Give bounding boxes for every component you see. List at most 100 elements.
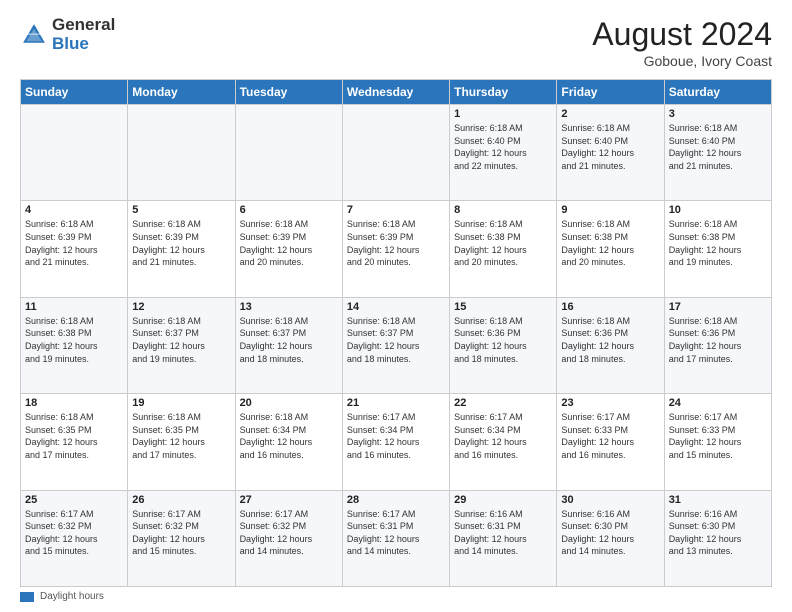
day-number: 6	[240, 204, 338, 216]
calendar: SundayMondayTuesdayWednesdayThursdayFrid…	[20, 79, 772, 587]
day-number: 15	[454, 301, 552, 313]
calendar-day: 13Sunrise: 6:18 AM Sunset: 6:37 PM Dayli…	[235, 297, 342, 393]
calendar-day: 30 Sunrise: 6:16 AM Sunset: 6:30 PM Dayli…	[557, 490, 664, 586]
calendar-day: 1 Sunrise: 6:18 AM Sunset: 6:40 PM Daylig…	[450, 105, 557, 201]
day-number: 7	[347, 204, 445, 216]
calendar-day: 4Sunrise: 6:18 AM Sunset: 6:39 PM Daylig…	[21, 201, 128, 297]
calendar-day	[235, 105, 342, 201]
calendar-day: 5Sunrise: 6:18 AM Sunset: 6:39 PM Daylig…	[128, 201, 235, 297]
day-number: 14	[347, 301, 445, 313]
page: General Blue August 2024 Goboue, Ivory C…	[0, 0, 792, 612]
day-info: Sunrise: 6:17 AM Sunset: 6:32 PM Dayligh…	[132, 508, 230, 558]
calendar-week-3: 11Sunrise: 6:18 AM Sunset: 6:38 PM Dayli…	[21, 297, 772, 393]
calendar-day: 15 Sunrise: 6:18 AM Sunset: 6:36 PM Dayli…	[450, 297, 557, 393]
day-number: 28	[347, 494, 445, 506]
logo-icon	[20, 21, 48, 49]
header: General Blue August 2024 Goboue, Ivory C…	[20, 16, 772, 69]
calendar-day: 26 Sunrise: 6:17 AM Sunset: 6:32 PM Dayli…	[128, 490, 235, 586]
day-info: Sunrise: 6:18 AM Sunset: 6:38 PM Dayligh…	[669, 218, 767, 268]
day-info: Sunrise: 6:18 AM Sunset: 6:40 PM Dayligh…	[669, 122, 767, 172]
day-number: 11	[25, 301, 123, 313]
day-info: Sunrise: 6:18 AM Sunset: 6:40 PM Dayligh…	[561, 122, 659, 172]
day-number: 3	[669, 108, 767, 120]
day-info: Sunrise: 6:17 AM Sunset: 6:33 PM Dayligh…	[669, 411, 767, 461]
calendar-day	[342, 105, 449, 201]
day-info: Sunrise: 6:18 AM Sunset: 6:36 PM Dayligh…	[454, 315, 552, 365]
day-number: 22	[454, 397, 552, 409]
calendar-day: 29 Sunrise: 6:16 AM Sunset: 6:31 PM Dayli…	[450, 490, 557, 586]
day-header-thursday: Thursday	[450, 80, 557, 105]
calendar-header-row: SundayMondayTuesdayWednesdayThursdayFrid…	[21, 80, 772, 105]
day-number: 24	[669, 397, 767, 409]
day-number: 30	[561, 494, 659, 506]
day-number: 9	[561, 204, 659, 216]
calendar-week-2: 4Sunrise: 6:18 AM Sunset: 6:39 PM Daylig…	[21, 201, 772, 297]
calendar-day: 18 Sunrise: 6:18 AM Sunset: 6:35 PM Dayli…	[21, 394, 128, 490]
day-info: Sunrise: 6:17 AM Sunset: 6:32 PM Dayligh…	[240, 508, 338, 558]
calendar-day: 20 Sunrise: 6:18 AM Sunset: 6:34 PM Dayli…	[235, 394, 342, 490]
day-number: 18	[25, 397, 123, 409]
day-number: 29	[454, 494, 552, 506]
calendar-day: 31 Sunrise: 6:16 AM Sunset: 6:30 PM Dayli…	[664, 490, 771, 586]
calendar-day: 16Sunrise: 6:18 AM Sunset: 6:36 PM Dayli…	[557, 297, 664, 393]
calendar-day: 14Sunrise: 6:18 AM Sunset: 6:37 PM Dayli…	[342, 297, 449, 393]
day-info: Sunrise: 6:18 AM Sunset: 6:35 PM Dayligh…	[25, 411, 123, 461]
day-header-tuesday: Tuesday	[235, 80, 342, 105]
legend-label: Daylight hours	[40, 591, 104, 602]
legend-icon	[20, 592, 34, 602]
calendar-day: 21 Sunrise: 6:17 AM Sunset: 6:34 PM Dayli…	[342, 394, 449, 490]
day-info: Sunrise: 6:18 AM Sunset: 6:37 PM Dayligh…	[240, 315, 338, 365]
day-info: Sunrise: 6:18 AM Sunset: 6:38 PM Dayligh…	[454, 218, 552, 268]
calendar-day	[21, 105, 128, 201]
day-info: Sunrise: 6:16 AM Sunset: 6:30 PM Dayligh…	[561, 508, 659, 558]
day-header-sunday: Sunday	[21, 80, 128, 105]
calendar-day: 11Sunrise: 6:18 AM Sunset: 6:38 PM Dayli…	[21, 297, 128, 393]
calendar-day: 24 Sunrise: 6:17 AM Sunset: 6:33 PM Dayli…	[664, 394, 771, 490]
day-info: Sunrise: 6:16 AM Sunset: 6:31 PM Dayligh…	[454, 508, 552, 558]
day-number: 21	[347, 397, 445, 409]
calendar-day: 7 Sunrise: 6:18 AM Sunset: 6:39 PM Daylig…	[342, 201, 449, 297]
day-number: 1	[454, 108, 552, 120]
calendar-day: 12 Sunrise: 6:18 AM Sunset: 6:37 PM Dayli…	[128, 297, 235, 393]
day-info: Sunrise: 6:17 AM Sunset: 6:32 PM Dayligh…	[25, 508, 123, 558]
day-number: 26	[132, 494, 230, 506]
day-info: Sunrise: 6:16 AM Sunset: 6:30 PM Dayligh…	[669, 508, 767, 558]
day-info: Sunrise: 6:18 AM Sunset: 6:37 PM Dayligh…	[132, 315, 230, 365]
day-info: Sunrise: 6:18 AM Sunset: 6:35 PM Dayligh…	[132, 411, 230, 461]
day-info: Sunrise: 6:18 AM Sunset: 6:39 PM Dayligh…	[25, 218, 123, 268]
day-number: 31	[669, 494, 767, 506]
title-area: August 2024 Goboue, Ivory Coast	[592, 16, 772, 69]
day-info: Sunrise: 6:18 AM Sunset: 6:40 PM Dayligh…	[454, 122, 552, 172]
day-number: 20	[240, 397, 338, 409]
day-info: Sunrise: 6:17 AM Sunset: 6:34 PM Dayligh…	[347, 411, 445, 461]
day-number: 8	[454, 204, 552, 216]
calendar-day: 19Sunrise: 6:18 AM Sunset: 6:35 PM Dayli…	[128, 394, 235, 490]
day-info: Sunrise: 6:18 AM Sunset: 6:38 PM Dayligh…	[561, 218, 659, 268]
calendar-day: 28 Sunrise: 6:17 AM Sunset: 6:31 PM Dayli…	[342, 490, 449, 586]
day-number: 12	[132, 301, 230, 313]
day-info: Sunrise: 6:17 AM Sunset: 6:34 PM Dayligh…	[454, 411, 552, 461]
calendar-day: 2 Sunrise: 6:18 AM Sunset: 6:40 PM Daylig…	[557, 105, 664, 201]
legend: Daylight hours	[20, 591, 772, 602]
day-info: Sunrise: 6:18 AM Sunset: 6:39 PM Dayligh…	[347, 218, 445, 268]
logo-blue: Blue	[52, 35, 115, 54]
calendar-day: 9 Sunrise: 6:18 AM Sunset: 6:38 PM Daylig…	[557, 201, 664, 297]
calendar-week-4: 18 Sunrise: 6:18 AM Sunset: 6:35 PM Dayli…	[21, 394, 772, 490]
day-number: 5	[132, 204, 230, 216]
day-number: 23	[561, 397, 659, 409]
calendar-day: 17Sunrise: 6:18 AM Sunset: 6:36 PM Dayli…	[664, 297, 771, 393]
day-info: Sunrise: 6:18 AM Sunset: 6:34 PM Dayligh…	[240, 411, 338, 461]
day-number: 17	[669, 301, 767, 313]
calendar-day: 25 Sunrise: 6:17 AM Sunset: 6:32 PM Dayli…	[21, 490, 128, 586]
logo-text: General Blue	[52, 16, 115, 53]
logo-general: General	[52, 16, 115, 35]
day-info: Sunrise: 6:17 AM Sunset: 6:31 PM Dayligh…	[347, 508, 445, 558]
calendar-day: 6 Sunrise: 6:18 AM Sunset: 6:39 PM Daylig…	[235, 201, 342, 297]
day-number: 25	[25, 494, 123, 506]
day-header-monday: Monday	[128, 80, 235, 105]
day-info: Sunrise: 6:18 AM Sunset: 6:39 PM Dayligh…	[240, 218, 338, 268]
calendar-day: 23Sunrise: 6:17 AM Sunset: 6:33 PM Dayli…	[557, 394, 664, 490]
day-number: 10	[669, 204, 767, 216]
day-number: 2	[561, 108, 659, 120]
day-header-wednesday: Wednesday	[342, 80, 449, 105]
